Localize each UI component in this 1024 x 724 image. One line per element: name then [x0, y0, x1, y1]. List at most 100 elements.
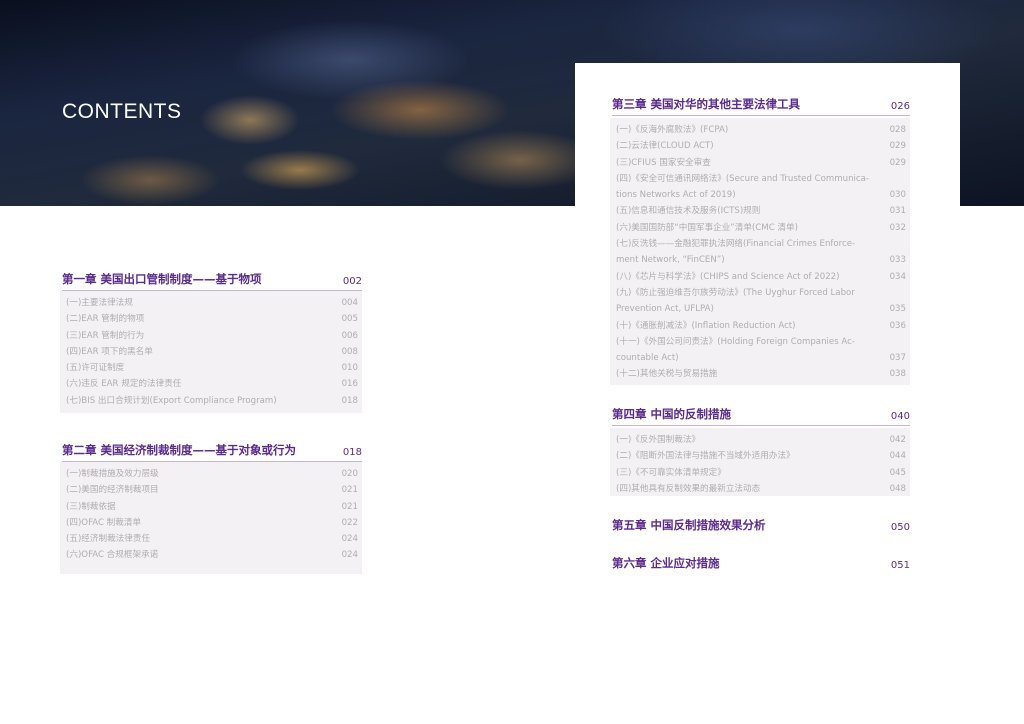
- entry-title: (六)OFAC 合规框架承诺: [66, 550, 159, 561]
- toc-entry[interactable]: Prevention Act, UFLPA) 035: [616, 301, 906, 317]
- entry-title: (十一)《外国公司问责法》(Holding Foreign Companies …: [616, 336, 855, 347]
- entry-page: 024: [341, 550, 358, 561]
- entry-page: 031: [889, 206, 906, 217]
- toc-entry[interactable]: (二)《阻断外国法律与措施不当域外适用办法》 044: [616, 448, 906, 464]
- entry-title: (七)反洗钱——金融犯罪执法网络(Financial Crimes Enforc…: [616, 239, 856, 250]
- entry-title: (七)BIS 出口合规计划(Export Compliance Program): [66, 395, 277, 406]
- section-list: (一)《反海外腐败法》(FCPA) 028 (二)云法律(CLOUD ACT) 029…: [610, 118, 910, 385]
- entry-page: 016: [341, 379, 358, 390]
- entry-title: (十二)其他关税与贸易措施: [616, 369, 718, 380]
- entry-title: (一)制裁措施及效力层级: [66, 469, 159, 479]
- chapter-heading[interactable]: 第二章 美国经济制裁制度——基于对象或行为 018: [62, 442, 362, 462]
- entry-page: 028: [889, 125, 906, 135]
- entry-page: 004: [341, 298, 358, 308]
- entry-title: (三)《不可靠实体清单规定》: [616, 467, 726, 478]
- chapter-page: 051: [890, 560, 910, 571]
- entry-title: (二)EAR 管制的物项: [66, 314, 145, 325]
- toc-entry[interactable]: (五)经济制裁法律责任 024: [66, 531, 358, 547]
- toc-entry[interactable]: tions Networks Act of 2019) 030: [616, 187, 906, 203]
- entry-title: (三)制裁依据: [66, 501, 116, 512]
- chapter-heading[interactable]: 第三章 美国对华的其他主要法律工具 026: [612, 96, 910, 116]
- section-list: (一)《反外国制裁法》 042 (二)《阻断外国法律与措施不当域外适用办法》 044(…: [610, 428, 910, 496]
- section-list: (一)主要法律法规 004 (二)EAR 管制的物项 005 (三)EAR 管制的行为 0…: [60, 291, 362, 413]
- chapter-title: 第四章 中国的反制措施: [612, 407, 732, 421]
- entry-title: ment Network, “FinCEN”): [616, 255, 725, 266]
- toc-entry[interactable]: (一)主要法律法规 004: [66, 295, 358, 311]
- entry-page: 045: [889, 467, 906, 478]
- entry-page: 032: [889, 222, 906, 233]
- toc-entry[interactable]: (四)OFAC 制裁清单 022: [66, 515, 358, 531]
- entry-page: 024: [341, 534, 358, 545]
- toc-entry[interactable]: (四)其他具有反制效果的最新立法动态 048: [616, 481, 906, 497]
- chapter-title: 第二章 美国经济制裁制度——基于对象或行为: [62, 443, 297, 457]
- entry-title: (四)OFAC 制裁清单: [66, 517, 142, 528]
- toc-entry[interactable]: ment Network, “FinCEN”) 033: [616, 252, 906, 268]
- entry-page: 037: [889, 353, 906, 364]
- entry-title: (五)信息和通信技术及服务(ICTS)规则: [616, 206, 761, 217]
- entry-page: 021: [341, 485, 358, 496]
- toc-entry[interactable]: (二)EAR 管制的物项 005: [66, 311, 358, 327]
- toc-entry[interactable]: (六)违反 EAR 规定的法律责任 016: [66, 376, 358, 392]
- toc-entry[interactable]: (一)《反海外腐败法》(FCPA) 028: [616, 122, 906, 138]
- section-list: (一)制裁措施及效力层级 020 (二)美国的经济制裁项目 021 (三)制裁依据 021…: [60, 462, 362, 574]
- entry-page: 020: [341, 469, 358, 479]
- chapter-heading[interactable]: 第四章 中国的反制措施 040: [612, 406, 910, 426]
- toc-entry[interactable]: countable Act) 037: [616, 350, 906, 366]
- toc-entry[interactable]: (十)《通胀削减法》(Inflation Reduction Act) 036: [616, 318, 906, 334]
- toc-entry[interactable]: (四)EAR 项下的黑名单 008: [66, 344, 358, 360]
- entry-page: 036: [889, 320, 906, 331]
- entry-page: 029: [889, 157, 906, 168]
- toc-entry[interactable]: (三)CFIUS 国家安全审查 029: [616, 155, 906, 171]
- toc-entry[interactable]: (五)信息和通信技术及服务(ICTS)规则 031: [616, 203, 906, 219]
- entry-title: (一)《反海外腐败法》(FCPA): [616, 125, 729, 135]
- chapter-page: 040: [890, 411, 910, 422]
- chapter-heading[interactable]: 第一章 美国出口管制制度——基于物项 002: [62, 271, 362, 291]
- toc-entry[interactable]: (八)《芯片与科学法》(CHIPS and Science Act of 202…: [616, 269, 906, 285]
- entry-page: 042: [889, 435, 906, 445]
- toc-entry[interactable]: (二)云法律(CLOUD ACT) 029: [616, 138, 906, 154]
- entry-page: 022: [341, 517, 358, 528]
- toc-entry[interactable]: (九)《防止强迫维吾尔族劳动法》(The Uyghur Forced Labor: [616, 285, 906, 301]
- toc-entry[interactable]: (三)制裁依据 021: [66, 499, 358, 515]
- toc-entry[interactable]: (六)美国国防部“中国军事企业”清单(CMC 清单) 032: [616, 220, 906, 236]
- entry-title: (一)主要法律法规: [66, 298, 133, 308]
- entry-title: (四)EAR 项下的黑名单: [66, 346, 153, 357]
- page-title: CONTENTS: [62, 100, 182, 123]
- entry-page: 038: [889, 369, 906, 380]
- toc-entry[interactable]: (一)《反外国制裁法》 042: [616, 432, 906, 448]
- toc-entry[interactable]: (十二)其他关税与贸易措施 038: [616, 366, 906, 382]
- toc-entry[interactable]: (一)制裁措施及效力层级 020: [66, 466, 358, 482]
- entry-title: Prevention Act, UFLPA): [616, 304, 714, 315]
- entry-page: 048: [889, 483, 906, 494]
- entry-title: (四)其他具有反制效果的最新立法动态: [616, 483, 761, 494]
- entry-page: 008: [341, 346, 358, 357]
- entry-page: 006: [341, 330, 358, 341]
- chapter-title: 第三章 美国对华的其他主要法律工具: [612, 97, 801, 111]
- toc-entry[interactable]: (二)美国的经济制裁项目 021: [66, 482, 358, 498]
- toc-entry[interactable]: (六)OFAC 合规框架承诺 024: [66, 547, 358, 563]
- toc-entry[interactable]: (五)许可证制度 010: [66, 360, 358, 376]
- toc-entry[interactable]: (四)《安全可信通讯网络法》(Secure and Trusted Commun…: [616, 171, 906, 187]
- entry-page: 034: [889, 271, 906, 282]
- toc-entry[interactable]: (十一)《外国公司问责法》(Holding Foreign Companies …: [616, 334, 906, 350]
- chapter-page: 002: [342, 276, 362, 287]
- entry-title: (九)《防止强迫维吾尔族劳动法》(The Uyghur Forced Labor: [616, 287, 855, 298]
- entry-title: (一)《反外国制裁法》: [616, 435, 701, 445]
- entry-page: 021: [341, 501, 358, 512]
- entry-title: (六)美国国防部“中国军事企业”清单(CMC 清单): [616, 222, 798, 233]
- entry-page: 033: [889, 255, 906, 266]
- chapter-heading[interactable]: 第五章 中国反制措施效果分析 050: [612, 517, 910, 536]
- entry-title: (八)《芯片与科学法》(CHIPS and Science Act of 202…: [616, 271, 840, 282]
- chapter-heading[interactable]: 第六章 企业应对措施 051: [612, 555, 910, 574]
- toc-entry[interactable]: (三)EAR 管制的行为 006: [66, 328, 358, 344]
- entry-title: (十)《通胀削减法》(Inflation Reduction Act): [616, 320, 796, 331]
- toc-entry[interactable]: (七)BIS 出口合规计划(Export Compliance Program)…: [66, 393, 358, 409]
- chapter-page: 026: [890, 101, 910, 112]
- toc-entry[interactable]: (七)反洗钱——金融犯罪执法网络(Financial Crimes Enforc…: [616, 236, 906, 252]
- chapter-page: 050: [890, 522, 910, 533]
- entry-page: 010: [341, 363, 358, 374]
- entry-title: (三)CFIUS 国家安全审查: [616, 157, 711, 168]
- chapter-title: 第一章 美国出口管制制度——基于物项: [62, 272, 262, 286]
- toc-entry[interactable]: (三)《不可靠实体清单规定》 045: [616, 465, 906, 481]
- chapter-title: 第五章 中国反制措施效果分析: [612, 518, 766, 532]
